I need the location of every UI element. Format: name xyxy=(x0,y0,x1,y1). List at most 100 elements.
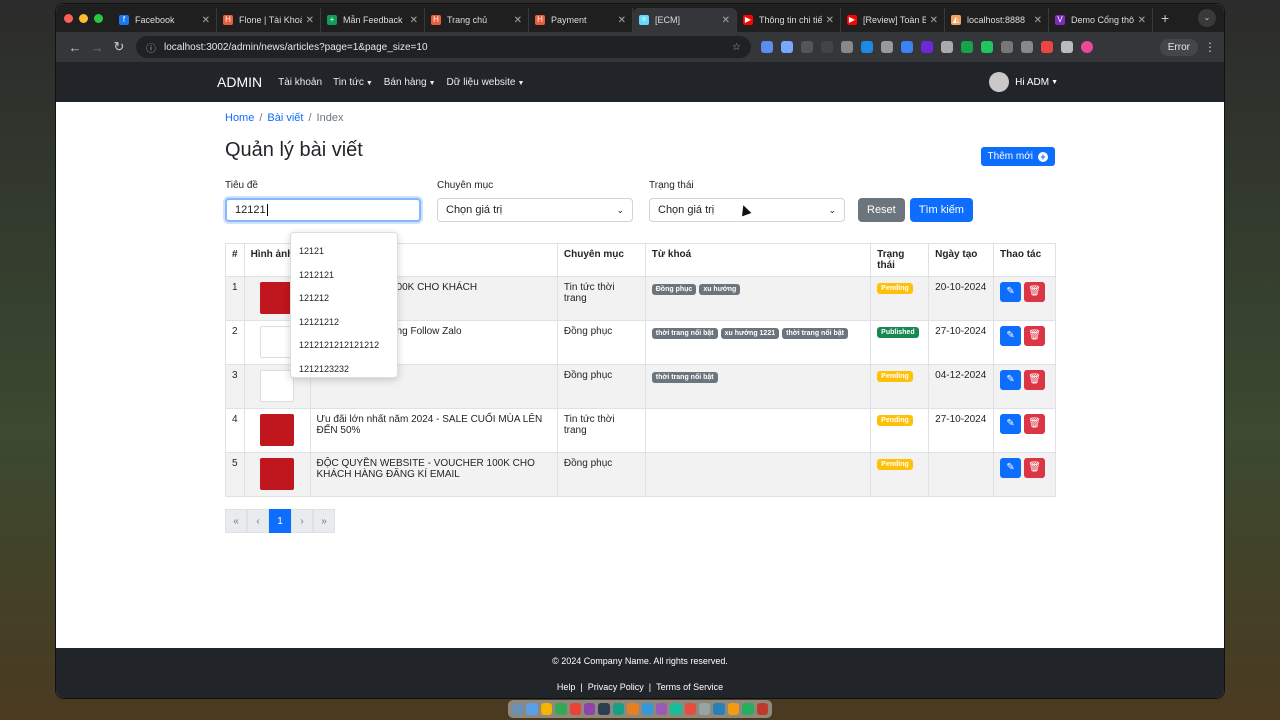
browser-tab[interactable]: ▶ Thông tin chi tiết ✕ xyxy=(737,8,841,32)
tab-search-icon[interactable]: ⌄ xyxy=(1198,9,1216,27)
extension-icon[interactable] xyxy=(821,41,833,53)
browser-tab[interactable]: H Flone | Tài Khoản ✕ xyxy=(217,8,321,32)
browser-tab[interactable]: ⚛ [ECM] ✕ xyxy=(633,8,737,32)
browser-tab[interactable]: H Trang chủ ✕ xyxy=(425,8,529,32)
trash-icon[interactable]: 🗑 xyxy=(1024,326,1046,346)
tab-close-icon[interactable]: ✕ xyxy=(514,15,522,26)
dock-app-icon[interactable] xyxy=(627,703,639,715)
tab-close-icon[interactable]: ✕ xyxy=(1138,15,1146,26)
pagination-last[interactable]: » xyxy=(313,509,335,533)
error-button[interactable]: Error xyxy=(1159,38,1198,56)
dock-app-icon[interactable] xyxy=(713,703,725,715)
maximize-window-button[interactable] xyxy=(94,13,103,23)
dock-app-icon[interactable] xyxy=(555,703,567,715)
tab-close-icon[interactable]: ✕ xyxy=(826,15,834,26)
minimize-window-button[interactable] xyxy=(79,13,88,23)
extension-icon[interactable] xyxy=(781,41,793,53)
extension-icon[interactable] xyxy=(901,41,913,53)
trash-icon[interactable]: 🗑 xyxy=(1024,414,1046,434)
edit-icon[interactable]: ✎ xyxy=(1000,282,1022,302)
autocomplete-option[interactable]: 12121 xyxy=(291,240,397,264)
extension-icon[interactable] xyxy=(1001,41,1013,53)
category-filter-select[interactable]: Chọn giá trị ⌄ xyxy=(437,198,633,222)
trash-icon[interactable]: 🗑 xyxy=(1024,370,1046,390)
dock-app-icon[interactable] xyxy=(684,703,697,715)
close-window-button[interactable] xyxy=(64,13,73,23)
back-arrow-icon[interactable]: ← xyxy=(64,40,86,55)
menu-item-tai-khoan[interactable]: Tài khoản xyxy=(278,77,322,88)
browser-tab[interactable]: H Payment ✕ xyxy=(529,8,633,32)
dock-app-icon[interactable] xyxy=(598,703,610,715)
extension-icon[interactable] xyxy=(961,41,973,53)
reset-button[interactable]: Reset xyxy=(858,198,905,222)
pagination-first[interactable]: « xyxy=(225,509,247,533)
menu-item-tin-tuc[interactable]: Tin tức ▼ xyxy=(333,77,373,88)
search-button[interactable]: Tìm kiếm xyxy=(909,198,973,222)
autocomplete-option[interactable]: 12121212 xyxy=(291,311,397,335)
title-filter-input[interactable]: 12121 xyxy=(225,198,421,222)
footer-link-privacy[interactable]: Privacy Policy xyxy=(588,682,644,692)
article-thumbnail[interactable] xyxy=(260,326,295,358)
pagination-page[interactable]: 1 xyxy=(269,509,291,533)
browser-tab[interactable]: f Facebook ✕ xyxy=(113,8,217,32)
row-title[interactable]: Ưu đãi lớn nhất năm 2024 - SALE CUỐI MÙA… xyxy=(309,408,558,453)
autocomplete-option[interactable]: 1212121212121212 xyxy=(291,334,397,358)
footer-link-help[interactable]: Help xyxy=(557,682,576,692)
autocomplete-option[interactable]: 1212123232 xyxy=(291,358,397,382)
dock-app-icon[interactable] xyxy=(569,703,581,715)
article-thumbnail[interactable] xyxy=(260,414,295,446)
extension-icon[interactable] xyxy=(1021,41,1033,53)
dock-app-icon[interactable] xyxy=(641,703,653,715)
tab-close-icon[interactable]: ✕ xyxy=(1034,15,1042,26)
menu-item-du-lieu-website[interactable]: Dữ liệu website ▼ xyxy=(447,77,525,88)
dock-app-icon[interactable] xyxy=(699,703,711,715)
autocomplete-option[interactable]: 121212 xyxy=(291,287,397,311)
autocomplete-option[interactable]: 1212121 xyxy=(291,264,397,288)
article-thumbnail[interactable] xyxy=(260,282,295,314)
extension-icon[interactable] xyxy=(981,41,993,53)
dock-app-icon[interactable] xyxy=(526,703,538,715)
puzzle-icon[interactable] xyxy=(1061,41,1073,53)
dock-app-icon[interactable] xyxy=(655,703,668,715)
tab-close-icon[interactable]: ✕ xyxy=(202,15,210,26)
browser-tab[interactable]: ▶ [Review] Toàn Bộ ✕ xyxy=(841,8,945,32)
row-title[interactable]: ĐỘC QUYỀN WEBSITE - VOUCHER 100K CHO KHÁ… xyxy=(309,452,558,497)
add-new-button[interactable]: Thêm mới + xyxy=(980,147,1055,166)
tab-close-icon[interactable]: ✕ xyxy=(410,15,418,26)
extension-icon[interactable] xyxy=(861,41,873,53)
extension-icon[interactable] xyxy=(801,41,813,53)
extension-icon[interactable] xyxy=(761,41,773,53)
browser-tab[interactable]: V Demo Cổng thông tin ✕ xyxy=(1049,8,1153,32)
browser-tab[interactable]: ◭ localhost:8888 ✕ xyxy=(945,8,1049,32)
edit-icon[interactable]: ✎ xyxy=(1000,414,1022,434)
pagination-next[interactable]: › xyxy=(291,509,313,533)
browser-tab[interactable]: + Mẫn Feedback ✕ xyxy=(321,8,425,32)
tab-close-icon[interactable]: ✕ xyxy=(306,15,314,26)
article-thumbnail[interactable] xyxy=(260,458,295,490)
bookmark-star-icon[interactable]: ☆ xyxy=(732,42,741,53)
dock-app-icon[interactable] xyxy=(583,703,596,715)
dock-app-icon[interactable] xyxy=(612,703,625,715)
new-tab-button[interactable]: + xyxy=(1161,10,1169,26)
dock-app-icon[interactable] xyxy=(540,703,553,715)
trash-icon[interactable]: 🗑 xyxy=(1024,458,1046,478)
edit-icon[interactable]: ✎ xyxy=(1000,370,1022,390)
pagination-prev[interactable]: ‹ xyxy=(247,509,269,533)
tab-close-icon[interactable]: ✕ xyxy=(722,15,730,26)
tab-close-icon[interactable]: ✕ xyxy=(930,15,938,26)
dock-app-icon[interactable] xyxy=(742,703,754,715)
profile-avatar-icon[interactable] xyxy=(1081,41,1093,53)
forward-arrow-icon[interactable]: → xyxy=(86,40,108,55)
extension-icon[interactable] xyxy=(921,41,933,53)
edit-icon[interactable]: ✎ xyxy=(1000,458,1022,478)
brand[interactable]: ADMIN xyxy=(217,74,262,90)
kebab-menu-icon[interactable]: ⋮ xyxy=(1204,40,1216,54)
tab-close-icon[interactable]: ✕ xyxy=(618,15,626,26)
extension-icon[interactable] xyxy=(881,41,893,53)
extension-icon[interactable] xyxy=(941,41,953,53)
extension-icon[interactable] xyxy=(841,41,853,53)
trash-icon[interactable]: 🗑 xyxy=(1024,282,1046,302)
breadcrumb-section[interactable]: Bài viết xyxy=(267,112,303,124)
dock-app-icon[interactable] xyxy=(727,703,740,715)
dock-app-icon[interactable] xyxy=(756,703,769,715)
